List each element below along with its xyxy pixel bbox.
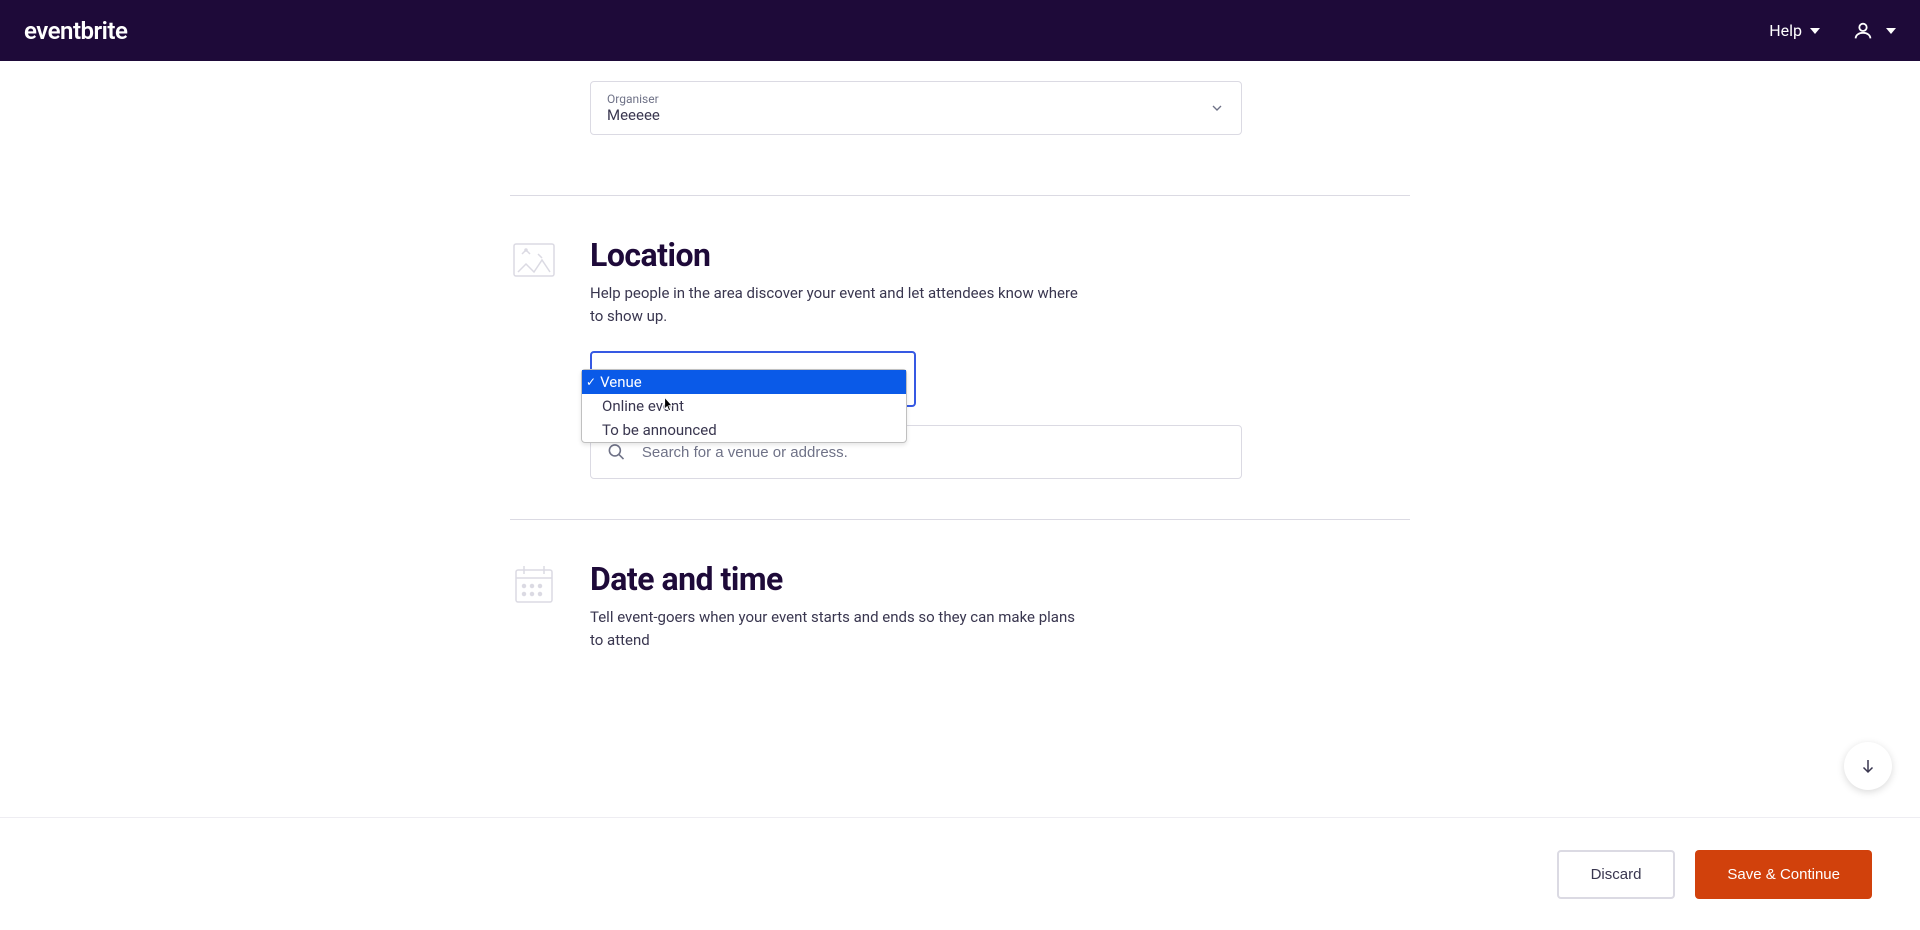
datetime-description: Tell event-goers when your event starts … (590, 606, 1090, 651)
header-right: Help (1769, 20, 1896, 42)
calendar-icon (510, 560, 558, 608)
user-icon (1852, 20, 1874, 42)
dropdown-option-label: Venue (600, 373, 642, 391)
chevron-down-icon (1810, 28, 1820, 34)
user-menu[interactable] (1852, 20, 1896, 42)
chevron-down-icon (1886, 28, 1896, 34)
discard-button[interactable]: Discard (1557, 850, 1676, 899)
location-type-select[interactable]: Venue Online event To be announced (590, 351, 916, 407)
chevron-down-icon (1209, 100, 1225, 116)
save-button[interactable]: Save & Continue (1695, 850, 1872, 899)
location-description: Help people in the area discover your ev… (590, 282, 1090, 327)
search-icon (607, 442, 626, 462)
help-label: Help (1769, 21, 1802, 40)
datetime-section: Date and time Tell event-goers when your… (510, 520, 1410, 715)
dropdown-option-venue[interactable]: Venue (582, 370, 906, 394)
venue-search-input[interactable] (642, 444, 1225, 461)
location-title: Location (590, 236, 1410, 274)
datetime-title: Date and time (590, 560, 1410, 598)
location-type-dropdown: Venue Online event To be announced (581, 369, 907, 443)
organiser-value: Meeeee (607, 106, 660, 124)
footer: Discard Save & Continue (0, 817, 1920, 930)
organiser-section: Organiser Meeeee (510, 61, 1410, 195)
organiser-select[interactable]: Organiser Meeeee (590, 81, 1242, 135)
dropdown-option-label: To be announced (602, 421, 717, 439)
cursor-icon (658, 394, 678, 414)
scroll-down-button[interactable] (1844, 742, 1892, 790)
app-header: eventbrite Help (0, 0, 1920, 61)
logo[interactable]: eventbrite (24, 17, 127, 45)
help-link[interactable]: Help (1769, 21, 1820, 40)
arrow-down-icon (1859, 757, 1877, 775)
dropdown-option-online[interactable]: Online event (582, 394, 906, 418)
organiser-label: Organiser (607, 92, 660, 106)
content-wrapper: Organiser Meeeee (0, 61, 1920, 817)
dropdown-option-tba[interactable]: To be announced (582, 418, 906, 442)
map-icon (510, 236, 558, 284)
location-section: Location Help people in the area discove… (510, 196, 1410, 519)
